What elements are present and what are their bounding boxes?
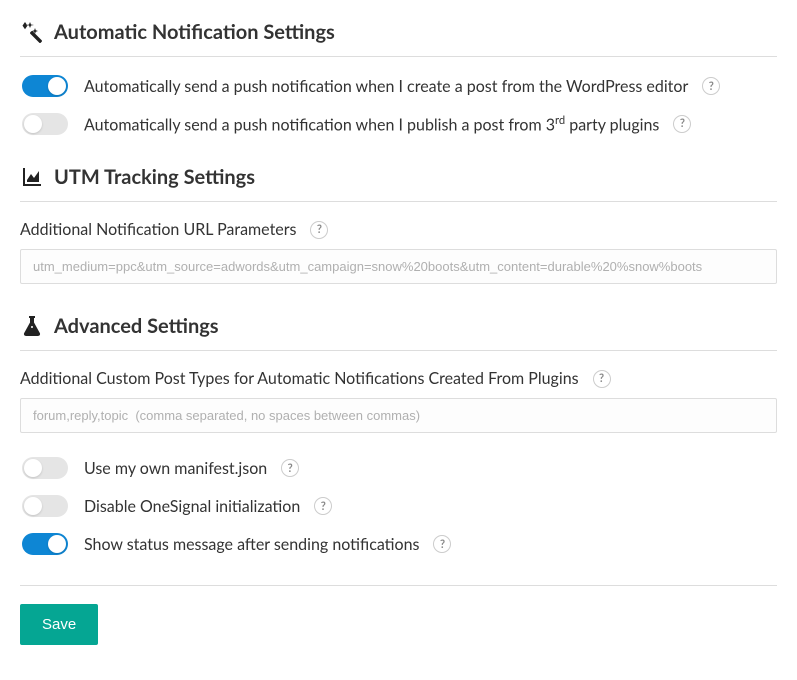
- toggle-label-status-msg: Show status message after sending notifi…: [84, 535, 451, 554]
- automatic-notification-section: Automatic Notification Settings Automati…: [20, 20, 777, 135]
- toggle-status-msg[interactable]: [22, 533, 68, 555]
- section-title-auto-notif: Automatic Notification Settings: [54, 20, 335, 44]
- toggle-create-post[interactable]: [22, 75, 68, 97]
- custom-post-types-input[interactable]: [20, 398, 777, 433]
- flask-icon: [20, 314, 44, 338]
- toggle-own-manifest[interactable]: [22, 457, 68, 479]
- toggle-row-publish-post: Automatically send a push notification w…: [20, 113, 777, 135]
- toggle-label-publish-post: Automatically send a push notification w…: [84, 114, 691, 134]
- field-label-custom-post-types: Additional Custom Post Types for Automat…: [20, 369, 777, 388]
- section-title-advanced: Advanced Settings: [54, 314, 219, 338]
- field-custom-post-types: Additional Custom Post Types for Automat…: [20, 369, 777, 433]
- help-icon[interactable]: ?: [281, 459, 299, 477]
- field-url-parameters: Additional Notification URL Parameters ?: [20, 220, 777, 284]
- section-header-advanced: Advanced Settings: [20, 314, 777, 351]
- url-parameters-input[interactable]: [20, 249, 777, 284]
- field-label-url-parameters: Additional Notification URL Parameters ?: [20, 220, 777, 239]
- toggle-label-create-post: Automatically send a push notification w…: [84, 77, 720, 96]
- toggle-row-disable-init: Disable OneSignal initialization ?: [20, 495, 777, 517]
- help-icon[interactable]: ?: [310, 221, 328, 239]
- toggle-label-disable-init: Disable OneSignal initialization ?: [84, 497, 332, 516]
- save-button[interactable]: Save: [20, 604, 98, 645]
- footer-divider: [20, 585, 777, 586]
- section-title-utm: UTM Tracking Settings: [54, 165, 255, 189]
- section-header-auto-notif: Automatic Notification Settings: [20, 20, 777, 57]
- help-icon[interactable]: ?: [702, 77, 720, 95]
- toggle-row-status-msg: Show status message after sending notifi…: [20, 533, 777, 555]
- section-header-utm: UTM Tracking Settings: [20, 165, 777, 202]
- help-icon[interactable]: ?: [593, 370, 611, 388]
- advanced-settings-section: Advanced Settings Additional Custom Post…: [20, 314, 777, 555]
- toggle-disable-init[interactable]: [22, 495, 68, 517]
- help-icon[interactable]: ?: [314, 497, 332, 515]
- magic-wand-icon: [20, 20, 44, 44]
- toggle-label-own-manifest: Use my own manifest.json ?: [84, 459, 299, 478]
- help-icon[interactable]: ?: [673, 115, 691, 133]
- help-icon[interactable]: ?: [433, 535, 451, 553]
- toggle-row-own-manifest: Use my own manifest.json ?: [20, 457, 777, 479]
- area-chart-icon: [20, 165, 44, 189]
- utm-tracking-section: UTM Tracking Settings Additional Notific…: [20, 165, 777, 284]
- toggle-row-create-post: Automatically send a push notification w…: [20, 75, 777, 97]
- toggle-publish-post[interactable]: [22, 113, 68, 135]
